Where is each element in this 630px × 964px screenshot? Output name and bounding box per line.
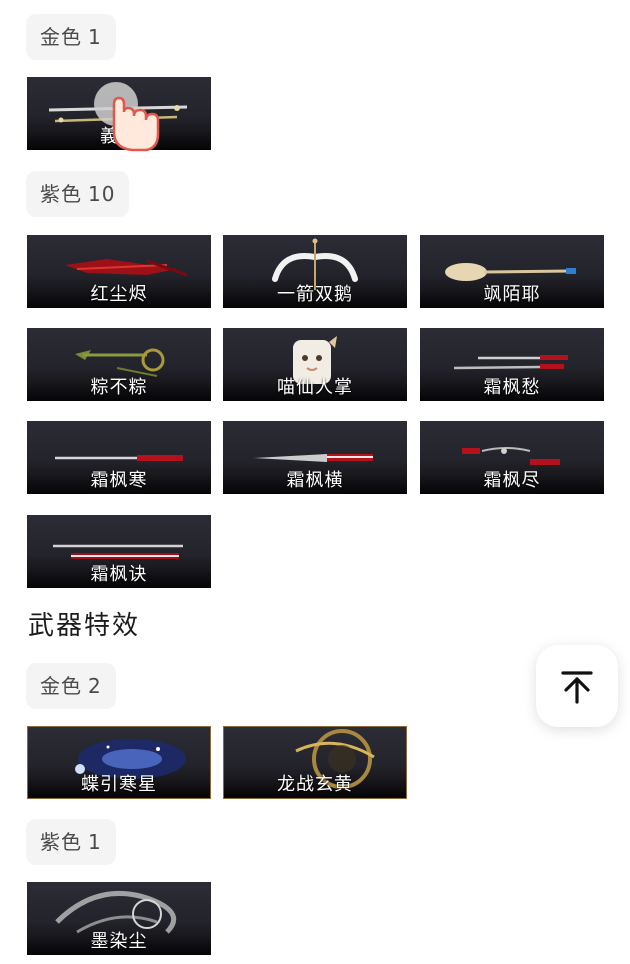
effect-card-moranchen[interactable]: 墨染尘: [27, 882, 211, 955]
chip-label: 紫色: [40, 182, 82, 206]
skin-name: 霜枫寒: [90, 470, 148, 491]
effect-name: 墨染尘: [90, 931, 148, 952]
skin-name: 霜枫愁: [483, 377, 541, 398]
tap-hand-icon: [94, 82, 160, 152]
skin-name: 红尘烬: [90, 284, 148, 305]
filter-chip-gold-effects[interactable]: 金色 2: [26, 663, 116, 709]
filter-chip-purple-skins[interactable]: 紫色 10: [26, 171, 130, 217]
skin-name: 霜枫诀: [90, 564, 148, 585]
skin-card-shuangfenghan[interactable]: 霜枫寒: [27, 421, 211, 494]
chip-label: 紫色: [40, 830, 82, 854]
chip-count: 10: [88, 182, 116, 206]
chip-count: 2: [88, 674, 102, 698]
skin-name: 飒陌耶: [483, 284, 541, 305]
skin-card-shuangfengheng[interactable]: 霜枫横: [223, 421, 407, 494]
chip-label: 金色: [40, 674, 82, 698]
chip-count: 1: [88, 830, 102, 854]
section-title-weapon-effects: 武器特效: [28, 611, 141, 641]
skin-card-yijianshuange[interactable]: 一箭双鹅: [223, 235, 407, 308]
filter-chip-gold-skins[interactable]: 金色 1: [26, 14, 116, 60]
chip-count: 1: [88, 25, 102, 49]
filter-chip-purple-effects[interactable]: 紫色 1: [26, 819, 116, 865]
skin-name: 喵仙人掌: [277, 377, 353, 398]
skin-card-miaoxianrenzhang[interactable]: 喵仙人掌: [223, 328, 407, 401]
weapon-skin-page: 金色1 義和 紫色10 红尘烬 一箭双鹅: [0, 0, 630, 964]
back-to-top-button[interactable]: [536, 645, 618, 727]
skin-card-shuangfengchou[interactable]: 霜枫愁: [420, 328, 604, 401]
skin-name: 霜枫尽: [483, 470, 541, 491]
skin-card-zongbuzong[interactable]: 粽不粽: [27, 328, 211, 401]
skin-name: 霜枫横: [286, 470, 344, 491]
skin-card-samoye[interactable]: 飒陌耶: [420, 235, 604, 308]
skin-name: 一箭双鹅: [277, 284, 353, 305]
skin-card-shuangfengjin[interactable]: 霜枫尽: [420, 421, 604, 494]
skin-card-shuangfengjue[interactable]: 霜枫诀: [27, 515, 211, 588]
arrow-up-to-top-icon: [561, 671, 593, 704]
skin-card-hongchenjin[interactable]: 红尘烬: [27, 235, 211, 308]
effect-card-dieyinhanxing[interactable]: 蝶引寒星: [27, 726, 211, 799]
effect-card-longzhanxuanhuang[interactable]: 龙战玄黄: [223, 726, 407, 799]
skin-name: 粽不粽: [90, 377, 148, 398]
effect-name: 蝶引寒星: [81, 774, 157, 795]
effect-name: 龙战玄黄: [277, 774, 353, 795]
chip-label: 金色: [40, 25, 82, 49]
